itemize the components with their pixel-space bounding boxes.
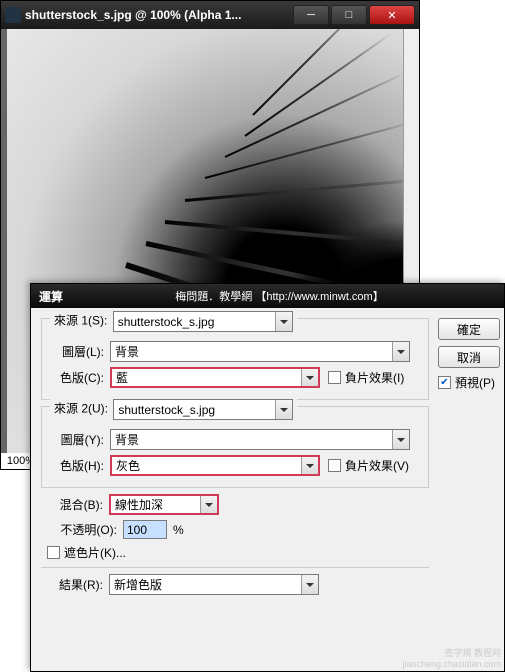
chevron-down-icon [392, 430, 409, 449]
dialog-title: 運算 [39, 288, 63, 305]
ok-button[interactable]: 確定 [438, 318, 500, 340]
source1-group: 來源 1(S): shutterstock_s.jpg 圖層(L): 背景 [41, 318, 429, 400]
dialog-titlebar: 運算 梅問題．教學網 【http://www.minwt.com】 [31, 284, 504, 308]
source1-file-combo[interactable]: shutterstock_s.jpg [113, 311, 293, 332]
chevron-down-icon [301, 575, 318, 594]
source2-file-combo[interactable]: shutterstock_s.jpg [113, 399, 293, 420]
chevron-down-icon [275, 400, 292, 419]
mask-checkbox[interactable]: 遮色片(K)... [47, 544, 126, 561]
blend-mode-combo[interactable]: 線性加深 [109, 494, 219, 515]
close-button[interactable]: ✕ [369, 5, 415, 25]
source2-channel-label: 色版(H): [48, 457, 110, 474]
source1-file-value: shutterstock_s.jpg [118, 315, 215, 329]
source2-layer-combo[interactable]: 背景 [110, 429, 410, 450]
source1-invert-checkbox[interactable]: 負片效果(I) [328, 369, 404, 386]
result-label: 結果(R): [47, 576, 109, 593]
source2-group: 來源 2(U): shutterstock_s.jpg 圖層(Y): 背景 [41, 406, 429, 488]
source2-channel-value: 灰色 [116, 457, 140, 474]
checkbox-icon [47, 546, 60, 559]
opacity-unit: % [173, 523, 184, 537]
maximize-button[interactable]: □ [331, 5, 367, 25]
chevron-down-icon [392, 342, 409, 361]
source2-invert-checkbox[interactable]: 負片效果(V) [328, 457, 409, 474]
source1-layer-label: 圖層(L): [48, 343, 110, 360]
source2-layer-value: 背景 [115, 431, 139, 448]
dialog-buttons: 確定 取消 ✔ 預視(P) [438, 318, 500, 391]
source1-layer-value: 背景 [115, 343, 139, 360]
watermark: 查字規 教程网 jiaocheng.chazidian.com [402, 648, 501, 670]
checkbox-icon [328, 371, 341, 384]
preview-label: 預視(P) [455, 374, 495, 391]
cancel-button[interactable]: 取消 [438, 346, 500, 368]
chevron-down-icon [301, 457, 318, 474]
source1-channel-label: 色版(C): [48, 369, 110, 386]
source1-layer-combo[interactable]: 背景 [110, 341, 410, 362]
result-combo[interactable]: 新增色版 [109, 574, 319, 595]
image-title: shutterstock_s.jpg @ 100% (Alpha 1... [21, 8, 293, 22]
calculations-dialog: 運算 梅問題．教學網 【http://www.minwt.com】 來源 1(S… [30, 283, 505, 672]
dialog-body: 來源 1(S): shutterstock_s.jpg 圖層(L): 背景 [31, 308, 504, 671]
mask-label: 遮色片(K)... [64, 544, 126, 561]
window-controls: ─ □ ✕ [293, 5, 415, 25]
chevron-down-icon [200, 496, 217, 513]
image-titlebar: shutterstock_s.jpg @ 100% (Alpha 1... ─ … [1, 1, 419, 29]
source2-file-value: shutterstock_s.jpg [118, 403, 215, 417]
source1-legend: 來源 1(S): shutterstock_s.jpg [50, 311, 297, 332]
chevron-down-icon [275, 312, 292, 331]
dialog-subtitle: 梅問題．教學網 【http://www.minwt.com】 [63, 288, 496, 304]
blend-mode-value: 線性加深 [115, 496, 163, 513]
checkbox-icon [328, 459, 341, 472]
minimize-button[interactable]: ─ [293, 5, 329, 25]
preview-checkbox[interactable]: ✔ 預視(P) [438, 374, 500, 391]
source2-legend: 來源 2(U): shutterstock_s.jpg [50, 399, 297, 420]
source2-layer-label: 圖層(Y): [48, 431, 110, 448]
blend-label: 混合(B): [47, 496, 109, 513]
opacity-input[interactable]: 100 [123, 520, 167, 539]
source1-channel-combo[interactable]: 藍 [110, 367, 320, 388]
chevron-down-icon [301, 369, 318, 386]
source2-channel-combo[interactable]: 灰色 [110, 455, 320, 476]
checkbox-icon: ✔ [438, 376, 451, 389]
opacity-label: 不透明(O): [47, 521, 123, 538]
source1-channel-value: 藍 [116, 369, 128, 386]
source1-invert-label: 負片效果(I) [345, 369, 404, 386]
result-value: 新增色版 [114, 576, 162, 593]
app-icon [5, 7, 21, 23]
source2-invert-label: 負片效果(V) [345, 457, 409, 474]
